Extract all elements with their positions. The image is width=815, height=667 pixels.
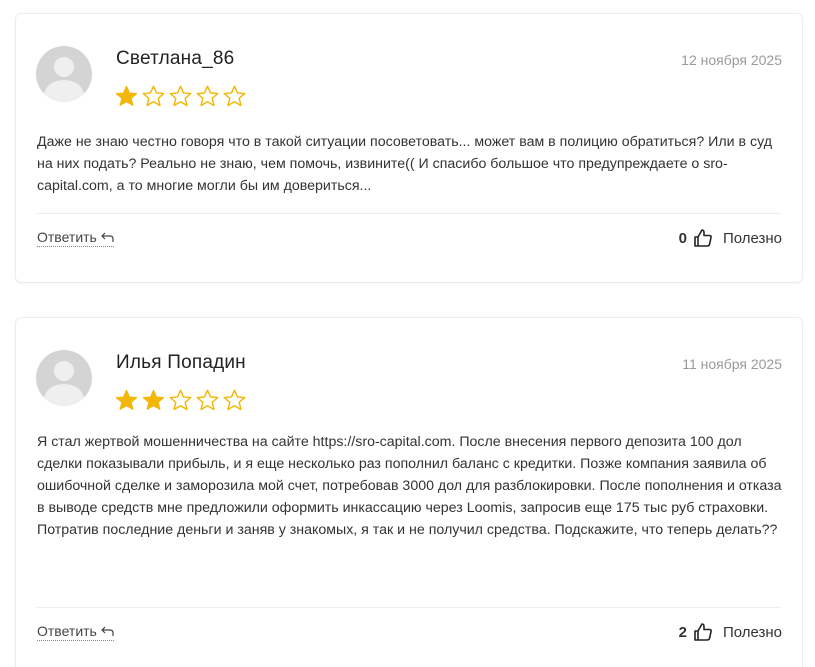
divider <box>37 213 781 214</box>
star-outline-icon <box>142 85 165 107</box>
useful-count: 2 <box>678 623 687 641</box>
review-date: 12 ноября 2025 <box>681 52 782 68</box>
star-outline-icon <box>169 85 192 107</box>
reply-arrow-icon <box>100 232 114 242</box>
star-filled-icon <box>115 85 138 106</box>
avatar-head-shape <box>54 361 74 381</box>
reply-button[interactable]: Ответить <box>37 623 114 641</box>
avatar-body-shape <box>44 384 84 406</box>
review-author: Илья Попадин <box>116 352 246 373</box>
star-outline-icon <box>223 389 246 411</box>
reply-label: Ответить <box>37 623 97 639</box>
rating-stars <box>114 388 247 413</box>
rating-stars <box>114 84 247 109</box>
thumbs-up-icon[interactable] <box>693 622 713 642</box>
review-date: 11 ноября 2025 <box>682 356 782 372</box>
avatar-body-shape <box>44 80 84 102</box>
useful-block: 0 Полезно <box>679 228 782 248</box>
avatar <box>36 46 92 102</box>
star-outline-icon <box>196 389 219 411</box>
reply-button[interactable]: Ответить <box>37 229 114 247</box>
star-filled-icon <box>142 389 165 410</box>
avatar-head-shape <box>54 57 74 77</box>
review-author: Светлана_86 <box>116 48 235 69</box>
reply-label: Ответить <box>37 229 97 245</box>
star-outline-icon <box>223 85 246 107</box>
review-text: Даже не знаю честно говоря что в такой с… <box>37 134 772 194</box>
useful-button[interactable]: Полезно <box>723 624 782 641</box>
review-card: Светлана_86 12 ноября 2025 Даже не знаю … <box>15 13 803 283</box>
useful-count: 0 <box>678 229 687 247</box>
thumbs-up-icon[interactable] <box>693 228 713 248</box>
reply-arrow-icon <box>100 626 114 636</box>
avatar <box>36 350 92 406</box>
review-text: Я стал жертвой мошенничества на сайте ht… <box>37 434 782 538</box>
star-filled-icon <box>115 389 138 410</box>
useful-button[interactable]: Полезно <box>723 230 782 247</box>
useful-block: 2 Полезно <box>679 622 782 642</box>
divider <box>37 607 781 608</box>
star-outline-icon <box>196 85 219 107</box>
review-card: Илья Попадин 11 ноября 2025 Я стал жертв… <box>15 317 803 667</box>
star-outline-icon <box>169 389 192 411</box>
